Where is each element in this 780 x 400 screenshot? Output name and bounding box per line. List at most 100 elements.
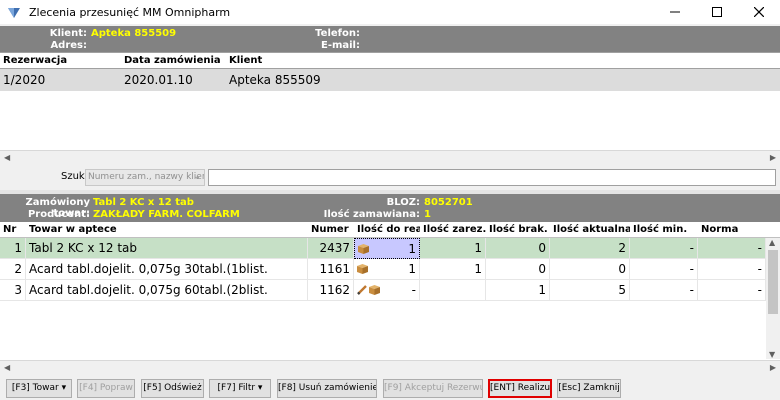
realize-button[interactable]: [ENT] Realizuj <box>488 379 552 398</box>
qty-to-realize-value: 1 <box>408 241 416 256</box>
qty-current-cell: 5 <box>550 279 630 301</box>
delete-order-button[interactable]: [F8] Usuń zamówienie <box>277 379 377 398</box>
qty-current-cell: 2 <box>550 237 630 259</box>
reservations-grid-header: Rezerwacja Data zamówienia Klient <box>0 53 780 69</box>
refresh-button[interactable]: [F5] Odśwież <box>141 379 204 398</box>
column-header-reservation[interactable]: Rezerwacja <box>0 53 121 68</box>
nr-cell: 1 <box>0 237 26 259</box>
items-grid-header: Nr Towar w aptece Numer Ilość do real. I… <box>0 222 780 238</box>
number-cell: 2437 <box>308 237 354 259</box>
pharmacy-items-grid[interactable]: Nr Towar w aptece Numer Ilość do real. I… <box>0 222 780 374</box>
product-name-cell: Acard tabl.dojelit. 0,075g 30tabl.(1blis… <box>26 258 308 280</box>
product-menu-button[interactable]: [F3] Towar ▾ <box>6 379 72 398</box>
box-icon <box>369 284 380 295</box>
filter-menu-button[interactable]: [F7] Filtr ▾ <box>209 379 271 398</box>
qty-current-cell: 0 <box>550 258 630 280</box>
close-icon <box>754 7 764 17</box>
column-header-product[interactable]: Towar w aptece <box>26 222 308 237</box>
address-label: Adres: <box>50 40 87 51</box>
qty-to-realize-cell[interactable]: 1 <box>354 258 420 280</box>
qty-reserved-cell <box>420 279 486 301</box>
column-header-qty-current[interactable]: Ilość aktualna <box>550 222 630 237</box>
close-window-button[interactable]: [Esc] Zamknij <box>557 379 621 398</box>
accept-reserve-button[interactable]: [F9] Akceptuj Rezerwuj <box>383 379 483 398</box>
column-header-qty-to-realize[interactable]: Ilość do real. <box>354 222 420 237</box>
scroll-left-icon[interactable]: ◀ <box>4 363 10 372</box>
qty-missing-cell: 0 <box>486 258 550 280</box>
ordered-qty-label: Ilość zamawiana: <box>323 209 420 220</box>
column-header-nr[interactable]: Nr <box>0 222 26 237</box>
column-header-qty-missing[interactable]: Ilość brak. <box>486 222 550 237</box>
ordered-qty-value: 1 <box>424 209 431 220</box>
product-name-cell: Tabl 2 KC x 12 tab <box>26 237 308 259</box>
number-cell: 1161 <box>308 258 354 280</box>
scroll-right-icon[interactable]: ▶ <box>770 153 776 162</box>
client-cell: Apteka 855509 <box>229 73 321 87</box>
email-label: E-mail: <box>320 40 360 51</box>
reservation-cell: 1/2020 <box>3 73 46 87</box>
client-label: Klient: <box>49 28 87 39</box>
column-header-client[interactable]: Klient <box>226 53 426 68</box>
close-button[interactable] <box>738 0 780 24</box>
scroll-down-icon[interactable]: ▼ <box>769 350 775 359</box>
qty-to-realize-value: 1 <box>408 261 416 276</box>
search-select-value: Numeru zam., nazwy klienta <box>88 172 205 182</box>
maximize-button[interactable] <box>696 0 738 24</box>
client-value: Apteka 855509 <box>91 28 177 39</box>
qty-reserved-cell: 1 <box>420 237 486 259</box>
column-header-qty-reserved[interactable]: Ilość zarez. <box>420 222 486 237</box>
box-icon <box>357 263 368 274</box>
nr-cell: 3 <box>0 279 26 301</box>
box-icon <box>358 243 369 254</box>
table-row[interactable]: 3 Acard tabl.dojelit. 0,075g 60tabl.(2bl… <box>0 279 780 301</box>
maximize-icon <box>712 7 722 17</box>
pencil-icon <box>357 284 367 295</box>
scroll-left-icon[interactable]: ◀ <box>4 153 10 162</box>
qty-missing-cell: 0 <box>486 237 550 259</box>
producer-value: ZAKŁADY FARM. COLFARM <box>93 209 240 220</box>
search-field-select[interactable]: Numeru zam., nazwy klienta ⌄ <box>85 169 205 186</box>
qty-to-realize-value: - <box>411 282 416 297</box>
chevron-down-icon: ⌄ <box>193 172 201 182</box>
column-header-number[interactable]: Numer <box>308 222 354 237</box>
minimize-icon <box>670 11 680 13</box>
column-header-norm[interactable]: Norma <box>698 222 766 237</box>
items-vertical-scrollbar[interactable]: ▲ ▼ <box>766 238 780 359</box>
search-input[interactable] <box>208 169 776 186</box>
table-row[interactable]: 2 Acard tabl.dojelit. 0,075g 30tabl.(1bl… <box>0 258 780 280</box>
client-info-header: Klient: Apteka 855509 Adres: Telefon: E-… <box>0 26 780 52</box>
order-date-cell: 2020.01.10 <box>124 73 193 87</box>
qty-reserved-cell: 1 <box>420 258 486 280</box>
reservations-horizontal-scrollbar[interactable]: ◀ ▶ <box>0 150 780 164</box>
column-header-order-date[interactable]: Data zamówienia <box>121 53 226 68</box>
norm-cell: - <box>698 279 766 301</box>
bloz-value: 8052701 <box>424 197 473 208</box>
product-name-cell: Acard tabl.dojelit. 0,075g 60tabl.(2blis… <box>26 279 308 301</box>
table-row[interactable]: 1/2020 2020.01.10 Apteka 855509 <box>0 69 780 91</box>
norm-cell: - <box>698 237 766 259</box>
qty-min-cell: - <box>630 237 698 259</box>
qty-min-cell: - <box>630 258 698 280</box>
bloz-label: BLOZ: <box>386 197 420 208</box>
norm-cell: - <box>698 258 766 280</box>
product-info-header: Zamówiony towar: Tabl 2 KC x 12 tab Prod… <box>0 194 780 222</box>
minimize-button[interactable] <box>654 0 696 24</box>
scroll-right-icon[interactable]: ▶ <box>770 363 776 372</box>
producer-label: Producent: <box>27 209 90 220</box>
scrollbar-thumb[interactable] <box>768 250 778 314</box>
qty-to-realize-cell[interactable]: - <box>354 279 420 301</box>
window-title: Zlecenia przesunięć MM Omnipharm <box>29 5 231 19</box>
footer-toolbar: [F3] Towar ▾ [F4] Popraw [F5] Odśwież [F… <box>0 376 780 400</box>
phone-label: Telefon: <box>315 28 360 39</box>
edit-button[interactable]: [F4] Popraw <box>77 379 135 398</box>
column-header-qty-min[interactable]: Ilość min. <box>630 222 698 237</box>
nr-cell: 2 <box>0 258 26 280</box>
number-cell: 1162 <box>308 279 354 301</box>
table-row[interactable]: 1 Tabl 2 KC x 12 tab 2437 1 1 0 2 - - <box>0 237 780 259</box>
reservations-grid[interactable]: Rezerwacja Data zamówienia Klient 1/2020… <box>0 52 780 164</box>
qty-to-realize-cell[interactable]: 1 <box>354 237 420 259</box>
search-bar: Szukaj Numeru zam., nazwy klienta ⌄ <box>0 166 780 188</box>
ordered-product-value: Tabl 2 KC x 12 tab <box>93 197 194 208</box>
scroll-up-icon[interactable]: ▲ <box>769 238 775 247</box>
items-horizontal-scrollbar[interactable]: ◀ ▶ <box>0 360 780 374</box>
